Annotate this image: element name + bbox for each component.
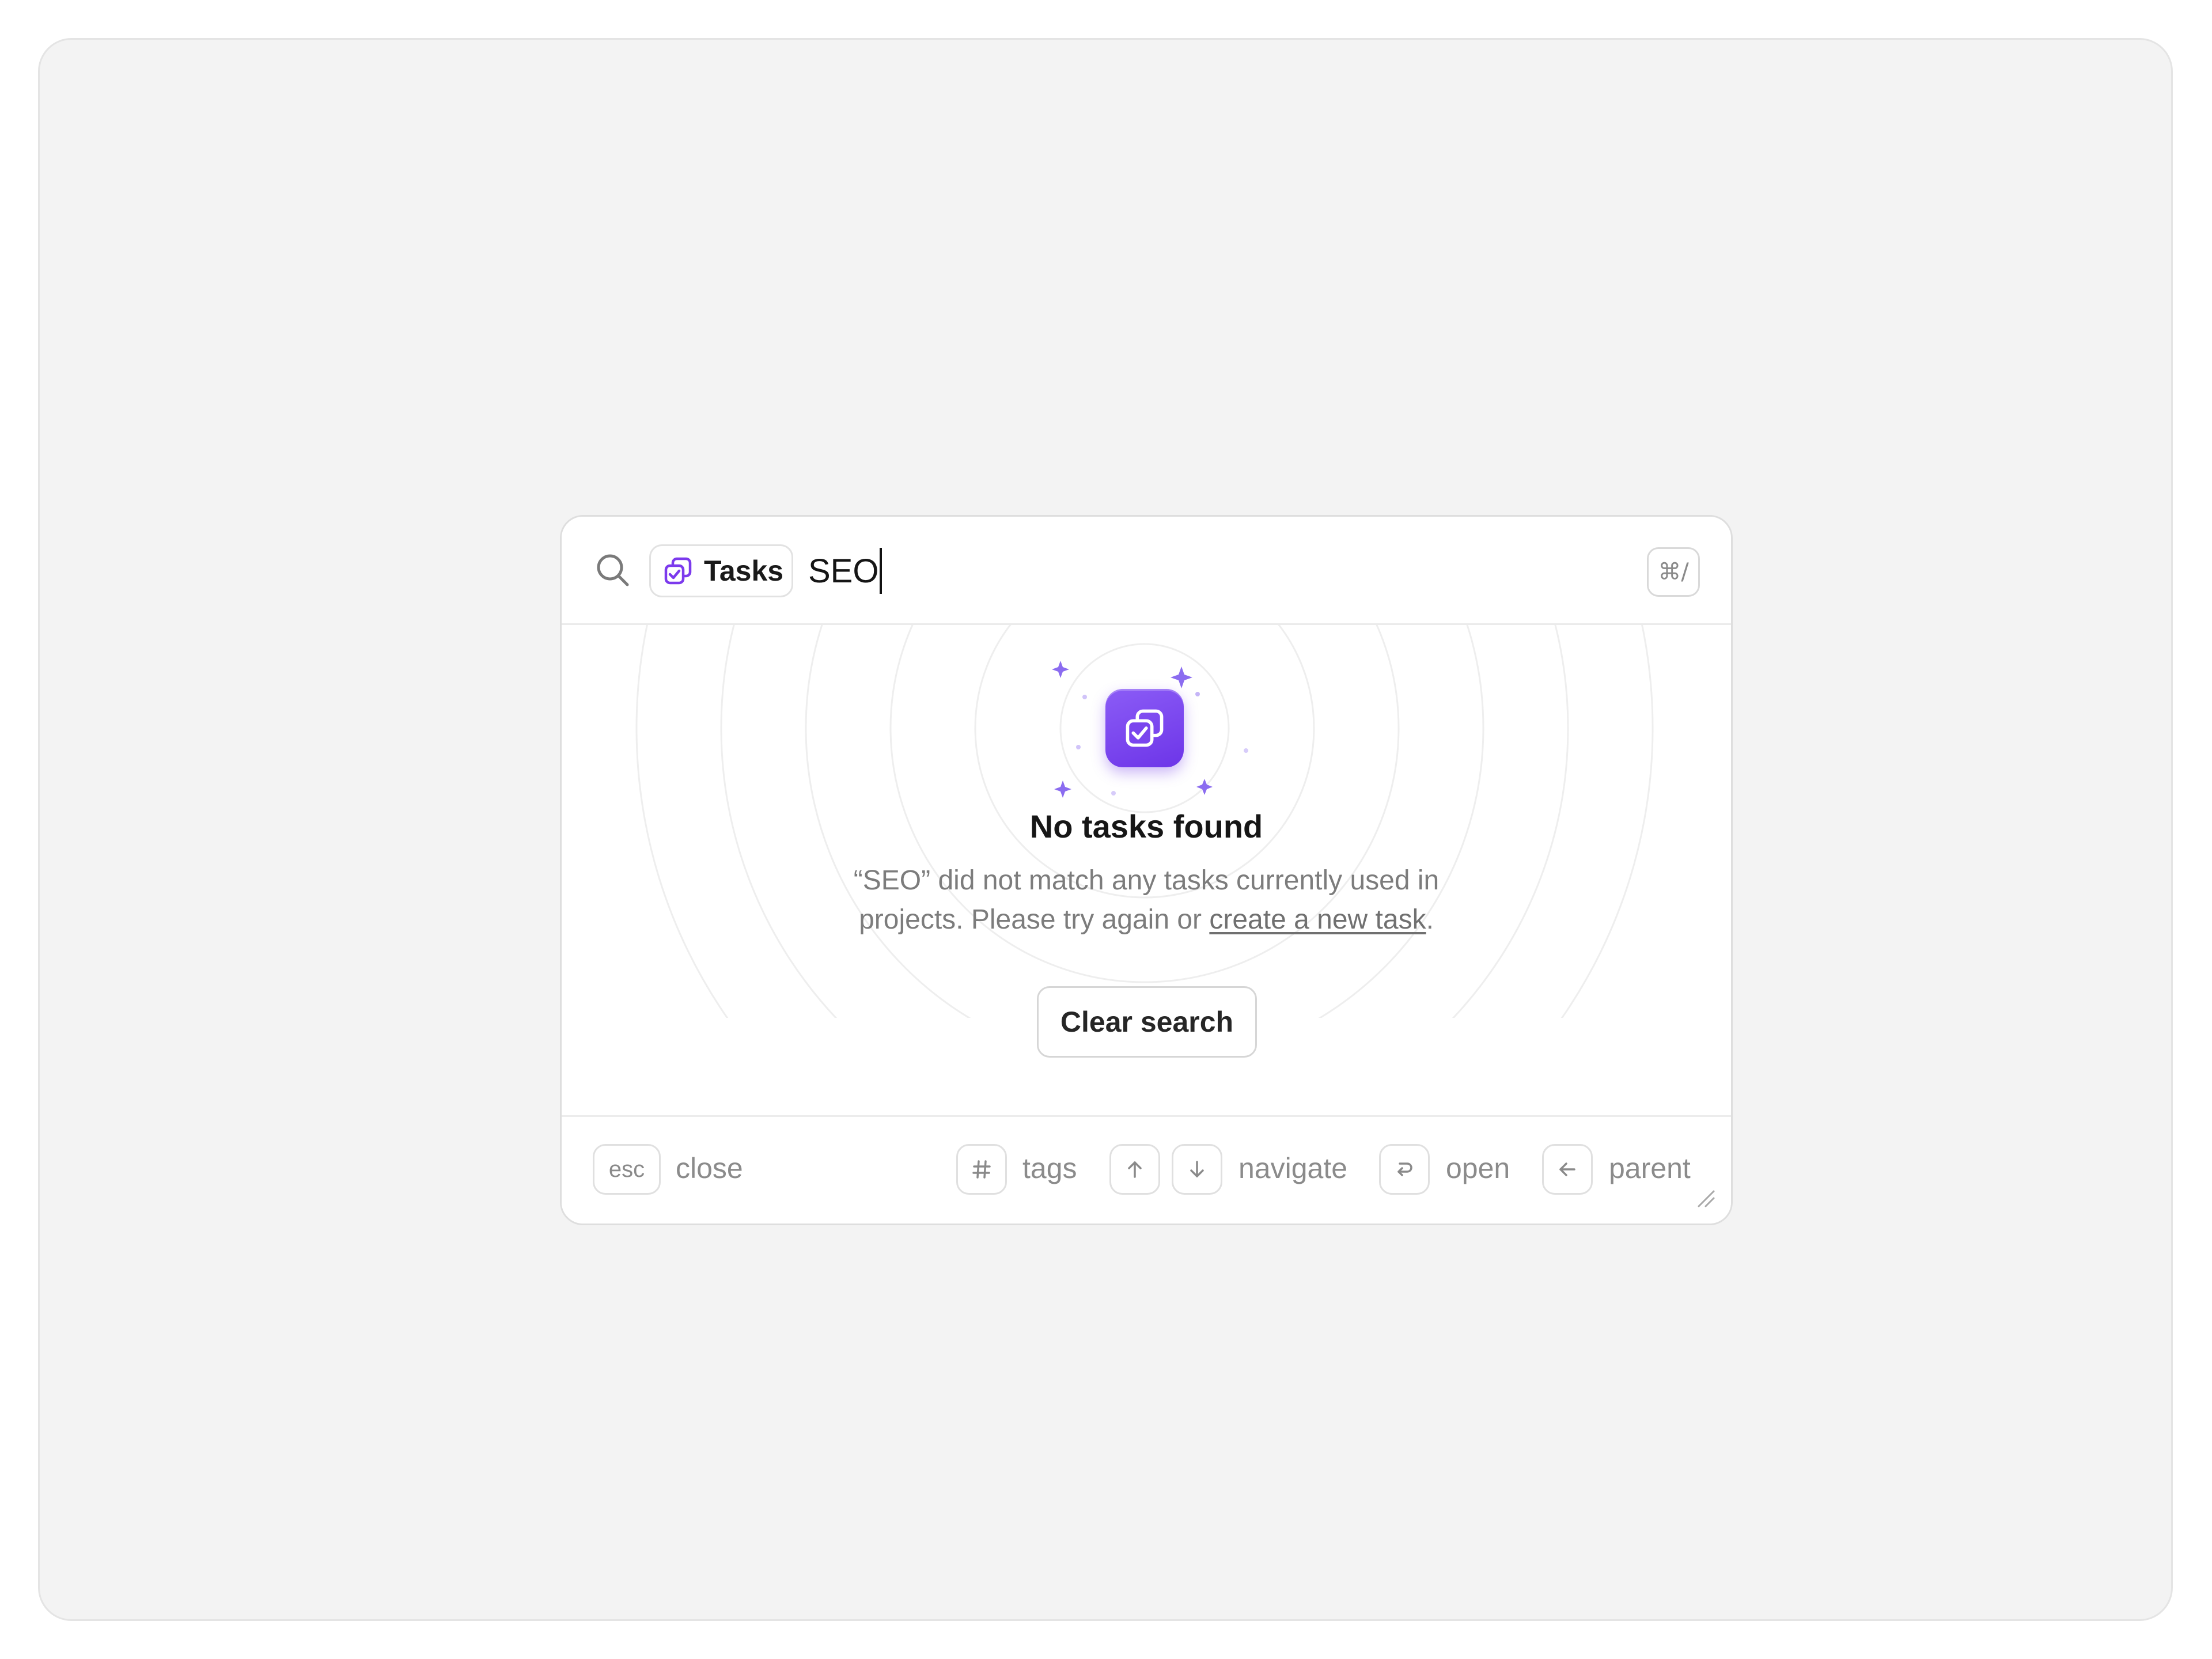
tags-key (956, 1144, 1007, 1195)
description-text: projects. Please try again or (859, 904, 1210, 935)
search-header: Tasks SEO ⌘/ (562, 517, 1731, 625)
arrow-down-icon (1190, 1161, 1204, 1177)
shortcut-key: ⌘/ (1647, 547, 1700, 597)
navigate-hint-label: navigate (1238, 1152, 1348, 1184)
sparkle-icon (1171, 666, 1192, 688)
parent-hint-label: parent (1609, 1152, 1691, 1184)
resize-handle-icon[interactable] (1696, 1189, 1716, 1209)
arrow-left-icon (1559, 1162, 1575, 1176)
tags-hint-label: tags (1022, 1152, 1077, 1184)
arrow-up-icon (1128, 1161, 1142, 1178)
sparkle-icon (1052, 661, 1069, 678)
command-palette: Tasks SEO ⌘/ No tasks found “SEO” did no… (560, 515, 1733, 1225)
description-line-2: projects. Please try again or create a n… (562, 900, 1731, 940)
background-canvas: Tasks SEO ⌘/ No tasks found “SEO” did no… (38, 38, 2173, 1621)
hash-icon (972, 1160, 991, 1179)
tasks-icon (1126, 709, 1164, 747)
keyboard-hints-footer: esc close tags navigate open parent (562, 1115, 1731, 1224)
esc-key: esc (593, 1144, 661, 1195)
search-input[interactable]: SEO (808, 544, 1442, 597)
down-key (1172, 1144, 1222, 1195)
sparkle-icon (1054, 781, 1071, 798)
scope-chip-tasks[interactable]: Tasks (649, 544, 793, 597)
text-caret (879, 548, 882, 594)
clear-search-button[interactable]: Clear search (1037, 986, 1257, 1058)
empty-state-title: No tasks found (1029, 808, 1263, 844)
tasks-badge (1105, 689, 1184, 767)
scope-label: Tasks (704, 555, 784, 587)
empty-state-description: “SEO” did not match any tasks currently … (562, 861, 1731, 940)
left-key (1542, 1144, 1593, 1195)
description-line-1: “SEO” did not match any tasks currently … (853, 865, 1440, 896)
empty-state: No tasks found “SEO” did not match any t… (562, 625, 1731, 1018)
close-hint-label: close (676, 1152, 743, 1184)
open-hint-label: open (1446, 1152, 1510, 1184)
search-icon (597, 554, 629, 586)
tasks-icon (664, 557, 692, 585)
enter-icon (1397, 1162, 1412, 1176)
search-query-text: SEO (808, 552, 879, 590)
description-period: . (1426, 904, 1434, 935)
create-new-task-link[interactable]: create a new task (1209, 904, 1426, 935)
up-key (1109, 1144, 1160, 1195)
enter-key (1379, 1144, 1430, 1195)
